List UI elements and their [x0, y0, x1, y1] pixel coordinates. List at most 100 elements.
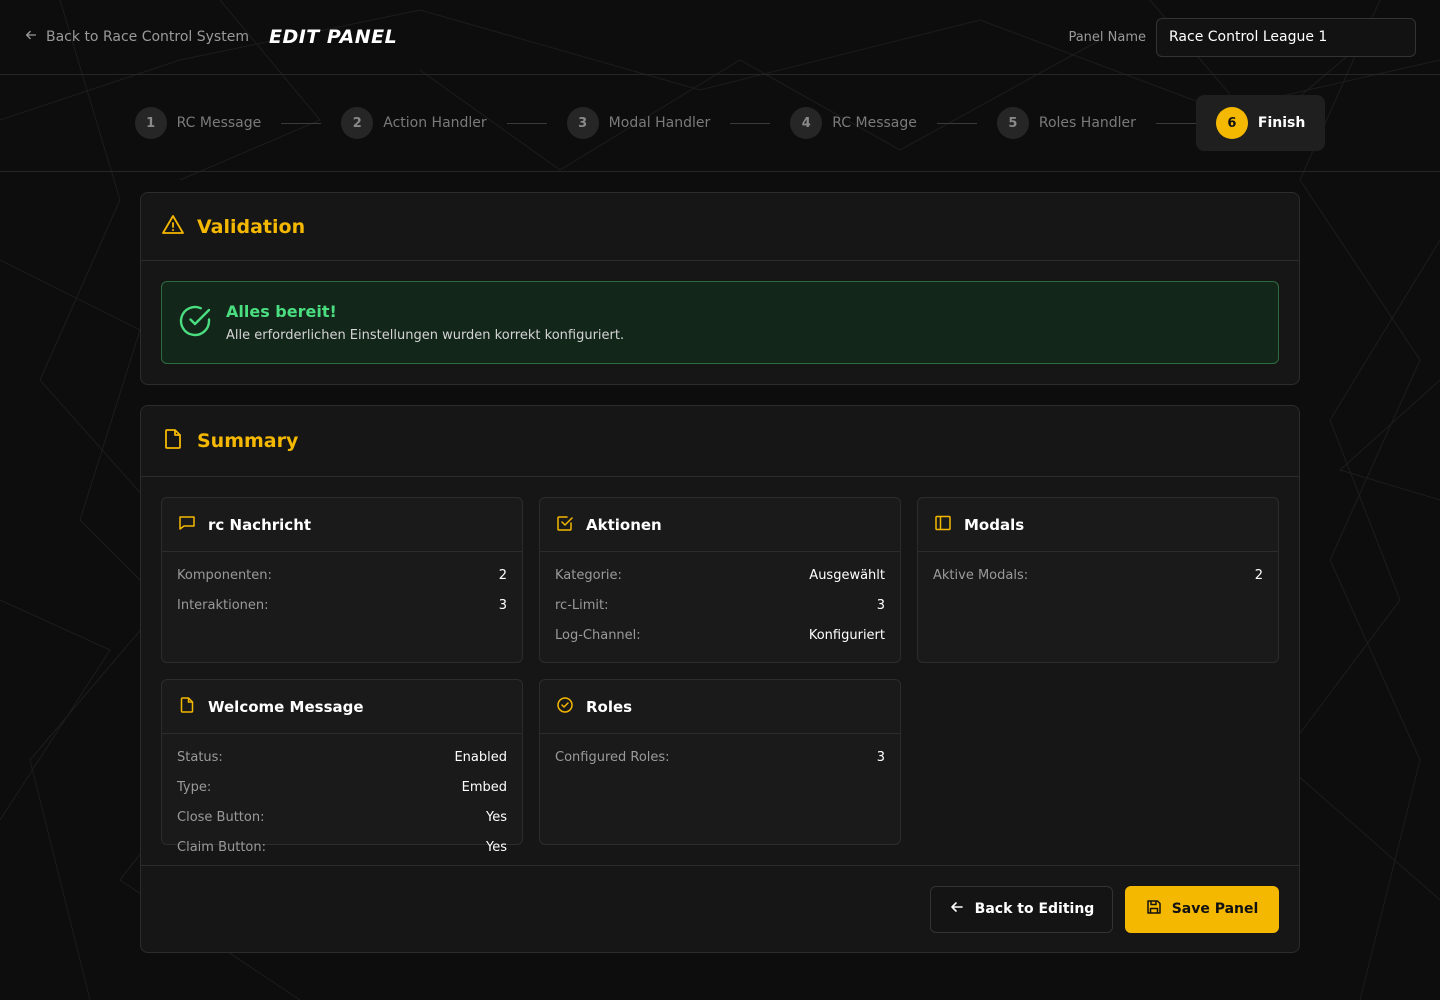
back-to-system-link[interactable]: Back to Race Control System — [24, 28, 249, 46]
row-key: Type: — [177, 780, 212, 795]
step-label: Action Handler — [383, 115, 487, 131]
row-key: Status: — [177, 750, 223, 765]
welcome-message-card: Welcome Message Status: Enabled Type: Embe… — [161, 679, 523, 855]
page-title: EDIT PANEL — [268, 26, 398, 48]
summary-row: Log-Channel: Konfiguriert — [555, 628, 885, 658]
step-separator — [506, 122, 547, 124]
summary-row: Interaktionen: 3 — [177, 598, 507, 628]
step-separator — [730, 122, 771, 124]
back-link-label: Back to Race Control System — [46, 29, 249, 45]
document-icon — [161, 427, 185, 455]
row-value: 3 — [876, 598, 885, 613]
step-label: RC Message — [832, 115, 917, 131]
top-bar: Back to Race Control System EDIT PANEL P… — [0, 0, 1440, 75]
row-value: Ausgewählt — [809, 568, 885, 583]
modals-card: Modals Aktive Modals: 2 — [917, 497, 1279, 663]
panel-layout-icon — [934, 514, 952, 536]
step-3[interactable]: 3 Modal Handler — [547, 95, 731, 151]
row-value: Konfiguriert — [808, 628, 885, 643]
row-value: Yes — [486, 810, 507, 825]
panel-name-group: Panel Name — [1068, 17, 1416, 57]
step-2[interactable]: 2 Action Handler — [321, 95, 506, 151]
step-number: 4 — [790, 107, 823, 139]
step-label: Finish — [1257, 115, 1306, 131]
step-number: 5 — [996, 107, 1029, 139]
row-key: Aktive Modals: — [933, 568, 1029, 583]
row-key: Log-Channel: — [555, 628, 641, 643]
summary-title: Summary — [197, 430, 299, 452]
step-number: 1 — [134, 107, 167, 139]
summary-row: Aktive Modals: 2 — [933, 568, 1263, 598]
row-key: Komponenten: — [177, 568, 272, 583]
summary-row: Kategorie: Ausgewählt — [555, 568, 885, 598]
row-key: Close Button: — [177, 810, 265, 825]
step-separator — [936, 122, 977, 124]
step-number: 2 — [341, 107, 374, 139]
warning-triangle-icon — [161, 213, 185, 241]
summary-row: Status: Enabled — [177, 750, 507, 780]
button-label: Back to Editing — [974, 901, 1095, 917]
step-label: Modal Handler — [608, 115, 711, 131]
summary-row: Configured Roles: 3 — [555, 750, 885, 780]
save-icon — [1146, 899, 1162, 919]
step-separator — [1155, 122, 1196, 124]
step-navigation: 1 RC Message 2 Action Handler 3 Modal Ha… — [0, 75, 1440, 172]
save-panel-button[interactable]: Save Panel — [1125, 885, 1279, 933]
step-label: RC Message — [176, 115, 262, 131]
success-title: Alles bereit! — [226, 302, 337, 321]
row-value: Embed — [461, 780, 507, 795]
validation-card: Validation Alles bereit! Alle erforderli… — [140, 192, 1300, 385]
row-value: Yes — [486, 840, 507, 855]
row-value: 3 — [498, 598, 507, 613]
message-icon — [178, 514, 196, 536]
panel-name-label: Panel Name — [1068, 29, 1146, 45]
check-circle-icon — [556, 696, 574, 718]
card-title: Welcome Message — [208, 697, 364, 716]
card-title: rc Nachricht — [208, 515, 312, 534]
row-value: 3 — [876, 750, 885, 765]
summary-row: rc-Limit: 3 — [555, 598, 885, 628]
row-value: Enabled — [454, 750, 507, 765]
step-separator — [281, 122, 322, 124]
success-alert: Alles bereit! Alle erforderlichen Einste… — [161, 281, 1279, 364]
summary-card: Summary rc Nachricht Komponenten: 2 Inter… — [140, 405, 1300, 953]
row-value: 2 — [1254, 568, 1263, 583]
row-key: Claim Button: — [177, 840, 266, 855]
step-label: Roles Handler — [1038, 115, 1136, 131]
row-key: Kategorie: — [555, 568, 622, 583]
arrow-left-icon — [24, 28, 38, 46]
summary-grid: rc Nachricht Komponenten: 2 Interaktionen… — [141, 477, 1299, 866]
step-number: 3 — [566, 107, 599, 139]
arrow-left-icon — [949, 899, 965, 919]
rc-nachricht-card: rc Nachricht Komponenten: 2 Interaktionen… — [161, 497, 523, 663]
aktionen-card: Aktionen Kategorie: Ausgewählt rc-Limit: 3… — [539, 497, 901, 663]
back-to-editing-button[interactable]: Back to Editing — [930, 885, 1113, 933]
card-title: Roles — [586, 697, 633, 716]
check-circle-icon — [178, 304, 212, 342]
validation-title: Validation — [197, 215, 306, 238]
summary-footer: Back to Editing Save Panel — [141, 866, 1299, 952]
row-value: 2 — [498, 568, 507, 583]
step-6-finish[interactable]: 6 Finish — [1195, 95, 1326, 151]
card-title: Modals — [964, 515, 1025, 534]
step-5[interactable]: 5 Roles Handler — [977, 95, 1156, 151]
validation-header: Validation — [141, 193, 1299, 261]
panel-name-input[interactable] — [1156, 17, 1416, 57]
button-label: Save Panel — [1171, 901, 1259, 917]
document-icon — [178, 696, 196, 718]
summary-row: Close Button: Yes — [177, 810, 507, 840]
checkbox-icon — [556, 514, 574, 536]
success-text: Alle erforderlichen Einstellungen wurden… — [226, 328, 625, 343]
summary-row: Komponenten: 2 — [177, 568, 507, 598]
row-key: Configured Roles: — [555, 750, 670, 765]
summary-header: Summary — [141, 406, 1299, 477]
roles-card: Roles Configured Roles: 3 — [539, 679, 901, 845]
step-1[interactable]: 1 RC Message — [115, 95, 282, 151]
step-4[interactable]: 4 RC Message — [770, 95, 937, 151]
summary-row: Type: Embed — [177, 780, 507, 810]
row-key: rc-Limit: — [555, 598, 609, 613]
summary-row: Claim Button: Yes — [177, 840, 507, 870]
card-title: Aktionen — [586, 515, 662, 534]
step-number: 6 — [1215, 107, 1248, 139]
row-key: Interaktionen: — [177, 598, 269, 613]
